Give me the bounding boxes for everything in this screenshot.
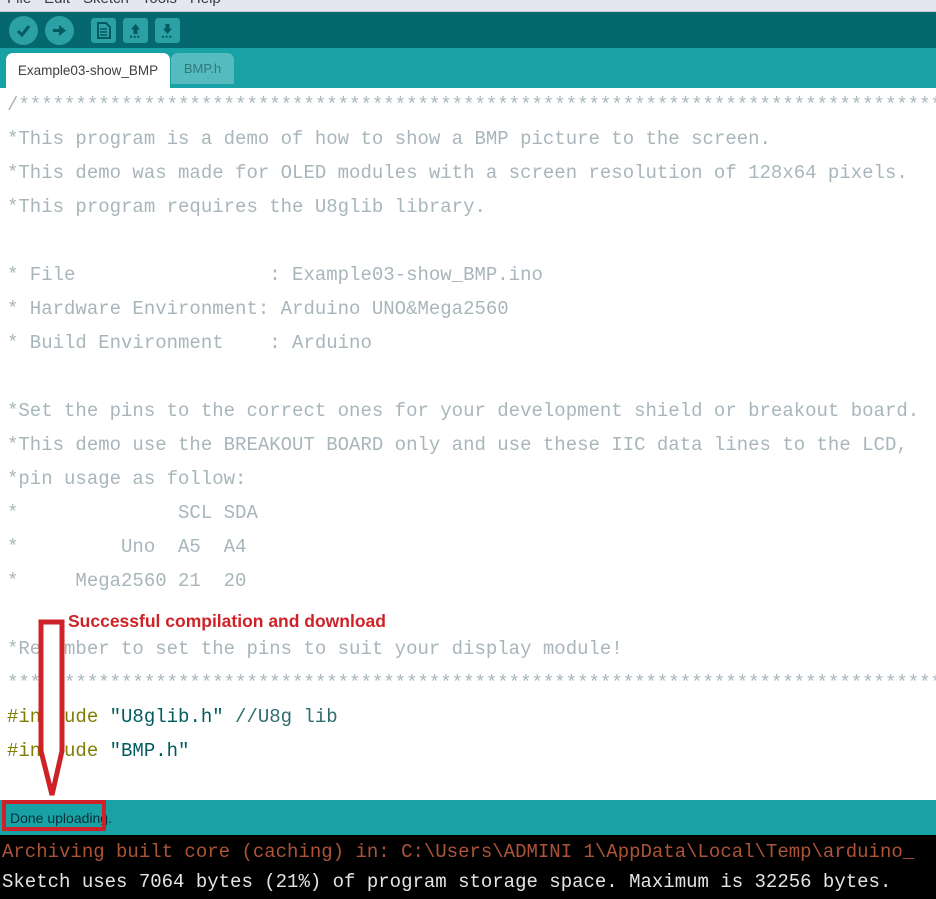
save-sketch-button[interactable]	[155, 18, 180, 43]
code-segment: ****************************************…	[7, 672, 936, 694]
menu-item-help[interactable]: Help	[190, 0, 221, 7]
tab-example03-show-bmp[interactable]: Example03-show_BMP	[6, 53, 170, 88]
code-segment: *This program is a demo of how to show a…	[7, 128, 771, 150]
code-segment: * Hardware Environment: Arduino UNO&Mega…	[7, 298, 509, 320]
status-bar: Done uploading.	[0, 800, 936, 835]
code-line	[7, 360, 936, 394]
code-segment: * Build Environment : Arduino	[7, 332, 372, 354]
upload-button[interactable]	[45, 16, 74, 45]
code-line: *Set the pins to the correct ones for yo…	[7, 394, 936, 428]
code-line: *This program is a demo of how to show a…	[7, 122, 936, 156]
app-window: { "menu": { "items": ["File", "Edit", "S…	[0, 0, 936, 899]
status-message: Done uploading.	[10, 810, 112, 826]
code-line: *pin usage as follow:	[7, 462, 936, 496]
code-line: * SCL SDA	[7, 496, 936, 530]
code-line: *This demo use the BREAKOUT BOARD only a…	[7, 428, 936, 462]
code-line: * Build Environment : Arduino	[7, 326, 936, 360]
open-sketch-button[interactable]	[123, 18, 148, 43]
menubar-items: File Edit Sketch Tools Help	[7, 0, 221, 7]
code-segment: #include	[7, 706, 110, 728]
console-output: Archiving built core (caching) in: C:\Us…	[0, 835, 936, 899]
code-segment: *This demo use the BREAKOUT BOARD only a…	[7, 434, 908, 456]
code-segment: * Uno A5 A4	[7, 536, 246, 558]
code-segment: "U8glib.h"	[110, 706, 224, 728]
code-segment: *pin usage as follow:	[7, 468, 246, 490]
code-segment: * Mega2560 21 20	[7, 570, 246, 592]
code-segment: * File : Example03-show_BMP.ino	[7, 264, 543, 286]
arrow-right-icon	[51, 22, 68, 39]
tabbar: Example03-show_BMP BMP.h	[0, 48, 936, 88]
save-down-arrow-icon	[159, 22, 176, 39]
menu-item-tools[interactable]: Tools	[142, 0, 177, 7]
code-line: * Hardware Environment: Arduino UNO&Mega…	[7, 292, 936, 326]
console-line: Sketch uses 7064 bytes (21%) of program …	[2, 867, 936, 897]
code-line: *This demo was made for OLED modules wit…	[7, 156, 936, 190]
code-line: #include "U8glib.h" //U8g lib	[7, 700, 936, 734]
code-line: /***************************************…	[7, 88, 936, 122]
new-document-icon	[96, 22, 111, 39]
code-segment: * SCL SDA	[7, 502, 258, 524]
code-line	[7, 224, 936, 258]
code-line: ****************************************…	[7, 666, 936, 700]
code-line: * File : Example03-show_BMP.ino	[7, 258, 936, 292]
new-sketch-button[interactable]	[91, 18, 116, 43]
code-segment: *This program requires the U8glib librar…	[7, 196, 486, 218]
code-editor[interactable]: /***************************************…	[0, 88, 936, 800]
code-segment: *This demo was made for OLED modules wit…	[7, 162, 908, 184]
code-segment: "BMP.h"	[110, 740, 190, 762]
menubar: File Edit Sketch Tools Help	[0, 0, 936, 12]
code-line: *This program requires the U8glib librar…	[7, 190, 936, 224]
code-area: /***************************************…	[7, 88, 936, 768]
code-segment: *Set the pins to the correct ones for yo…	[7, 400, 919, 422]
tab-label: BMP.h	[184, 61, 221, 76]
code-segment: *Remember to set the pins to suit your d…	[7, 638, 623, 660]
menu-item-edit[interactable]: Edit	[44, 0, 70, 7]
tab-label: Example03-show_BMP	[18, 63, 158, 78]
code-segment: /***************************************…	[7, 94, 936, 116]
open-up-arrow-icon	[127, 22, 144, 39]
console-line: Archiving built core (caching) in: C:\Us…	[2, 837, 936, 867]
menu-item-file[interactable]: File	[7, 0, 31, 7]
code-segment: #include	[7, 740, 110, 762]
code-line: * Uno A5 A4	[7, 530, 936, 564]
code-segment: //U8g lib	[224, 706, 338, 728]
toolbar	[0, 12, 936, 48]
menu-item-sketch[interactable]: Sketch	[83, 0, 129, 7]
code-line: *Remember to set the pins to suit your d…	[7, 632, 936, 666]
check-icon	[15, 22, 32, 39]
code-line: * Mega2560 21 20	[7, 564, 936, 598]
code-line	[7, 598, 936, 632]
verify-button[interactable]	[9, 16, 38, 45]
tab-bmp-h[interactable]: BMP.h	[171, 53, 234, 84]
code-line: #include "BMP.h"	[7, 734, 936, 768]
